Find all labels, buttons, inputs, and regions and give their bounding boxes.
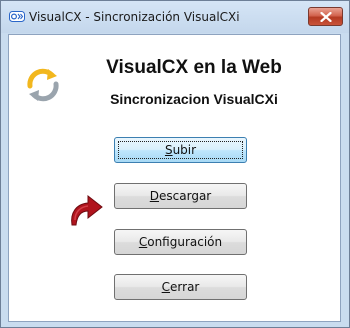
dialog-subheading: Sincronizacion VisualCXi <box>110 91 278 107</box>
cerrar-button[interactable]: Cerrar <box>114 274 247 300</box>
subir-button-label: Subir <box>164 143 197 157</box>
sync-icon <box>27 68 59 102</box>
window-title: VisualCX - Sincronización VisualCXi <box>29 10 240 24</box>
close-button[interactable] <box>308 7 343 26</box>
curved-arrow-icon <box>71 194 103 226</box>
dialog-window: VisualCX - Sincronización VisualCXi Visu… <box>0 0 350 328</box>
cerrar-button-label: Cerrar <box>161 280 200 294</box>
subir-button[interactable]: Subir <box>114 137 247 163</box>
app-icon <box>9 11 25 22</box>
dialog-content: VisualCX en la Web Sincronizacion Visual… <box>8 34 341 322</box>
close-icon <box>319 11 332 22</box>
title-bar[interactable]: VisualCX - Sincronización VisualCXi <box>1 1 349 33</box>
descargar-button-label: Descargar <box>149 189 212 203</box>
descargar-button[interactable]: Descargar <box>114 183 247 209</box>
dialog-heading: VisualCX en la Web <box>106 57 282 78</box>
configuracion-button[interactable]: Configuración <box>114 229 247 255</box>
configuracion-button-label: Configuración <box>138 235 223 249</box>
